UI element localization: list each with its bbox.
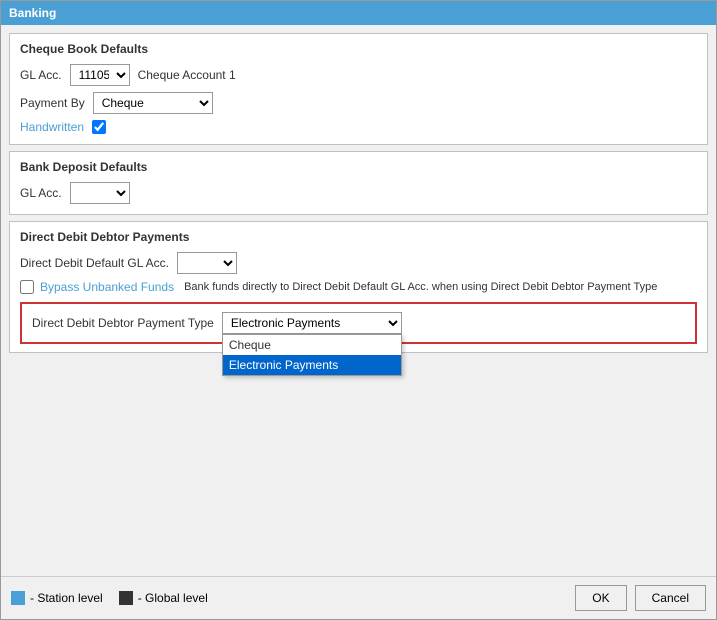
payment-type-dropdown-list: Cheque Electronic Payments xyxy=(222,334,402,376)
dd-gl-acc-label: Direct Debit Default GL Acc. xyxy=(20,256,169,270)
title-bar: Banking xyxy=(1,1,716,25)
ok-button[interactable]: OK xyxy=(575,585,626,611)
station-level-legend: - Station level xyxy=(11,591,103,605)
bank-deposit-title: Bank Deposit Defaults xyxy=(20,160,697,174)
station-level-color xyxy=(11,591,25,605)
gl-acc-select[interactable]: 11105 xyxy=(70,64,130,86)
footer-buttons: OK Cancel xyxy=(575,585,706,611)
bypass-row: Bypass Unbanked Funds Bank funds directl… xyxy=(20,280,697,294)
payment-type-row: Direct Debit Debtor Payment Type Electro… xyxy=(32,312,685,334)
cheque-defaults-title: Cheque Book Defaults xyxy=(20,42,697,56)
global-level-label: - Global level xyxy=(138,591,208,605)
dd-gl-acc-row: Direct Debit Default GL Acc. xyxy=(20,252,697,274)
handwritten-label: Handwritten xyxy=(20,120,84,134)
bypass-label: Bypass Unbanked Funds xyxy=(40,280,174,294)
payment-type-select[interactable]: Electronic Payments xyxy=(222,312,402,334)
dropdown-option-cheque[interactable]: Cheque xyxy=(223,335,401,355)
main-content: Cheque Book Defaults GL Acc. 11105 Chequ… xyxy=(1,25,716,576)
gl-acc-label: GL Acc. xyxy=(20,68,62,82)
handwritten-row: Handwritten xyxy=(20,120,697,134)
window-title: Banking xyxy=(9,6,56,20)
direct-debit-title: Direct Debit Debtor Payments xyxy=(20,230,697,244)
gl-acc-row: GL Acc. 11105 Cheque Account 1 xyxy=(20,64,697,86)
cheque-defaults-section: Cheque Book Defaults GL Acc. 11105 Chequ… xyxy=(9,33,708,145)
payment-by-row: Payment By Cheque xyxy=(20,92,697,114)
cheque-account-label: Cheque Account 1 xyxy=(138,68,236,82)
bypass-info: Bank funds directly to Direct Debit Defa… xyxy=(184,281,657,293)
bank-deposit-section: Bank Deposit Defaults GL Acc. xyxy=(9,151,708,215)
payment-by-select[interactable]: Cheque xyxy=(93,92,213,114)
station-level-label: - Station level xyxy=(30,591,103,605)
payment-type-dropdown-container: Electronic Payments Cheque Electronic Pa… xyxy=(222,312,402,334)
banking-window: Banking Cheque Book Defaults GL Acc. 111… xyxy=(0,0,717,620)
payment-by-label: Payment By xyxy=(20,96,85,110)
dropdown-option-electronic[interactable]: Electronic Payments xyxy=(223,355,401,375)
bypass-checkbox[interactable] xyxy=(20,280,34,294)
footer: - Station level - Global level OK Cancel xyxy=(1,576,716,619)
global-level-legend: - Global level xyxy=(119,591,208,605)
payment-type-label: Direct Debit Debtor Payment Type xyxy=(32,316,214,330)
handwritten-checkbox[interactable] xyxy=(92,120,106,134)
cancel-button[interactable]: Cancel xyxy=(635,585,706,611)
payment-type-section: Direct Debit Debtor Payment Type Electro… xyxy=(20,302,697,344)
bank-gl-acc-label: GL Acc. xyxy=(20,186,62,200)
bank-gl-acc-row: GL Acc. xyxy=(20,182,697,204)
dd-gl-acc-select[interactable] xyxy=(177,252,237,274)
bank-gl-acc-select[interactable] xyxy=(70,182,130,204)
global-level-color xyxy=(119,591,133,605)
direct-debit-section: Direct Debit Debtor Payments Direct Debi… xyxy=(9,221,708,353)
